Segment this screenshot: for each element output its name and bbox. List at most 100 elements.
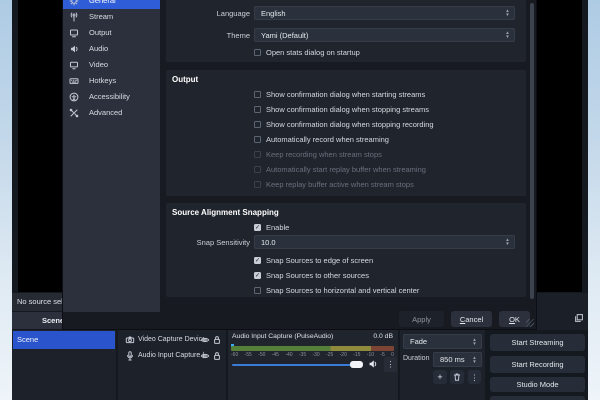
snap-checkbox-2[interactable]: Snap Sources to horizontal and vertical … — [254, 285, 419, 295]
sidebar-item-label: Hotkeys — [89, 76, 117, 85]
sidebar-item-advanced[interactable]: Advanced — [63, 105, 160, 121]
source-name: Video Capture Device — [138, 336, 204, 343]
theme-label: Theme — [226, 31, 250, 40]
output-checkbox-4[interactable]: Keep recording when stream stops — [254, 149, 382, 159]
theme-select[interactable]: Yami (Default) ▲ ▼ — [254, 28, 515, 42]
dock-float-icon[interactable] — [574, 313, 584, 323]
output-checkbox-6[interactable]: Keep replay buffer active when stream st… — [254, 179, 414, 189]
duration-value: 850 ms — [440, 355, 465, 364]
audio-mixer-dock: Audio Input Capture (PulseAudio) 0.0 dB … — [228, 330, 398, 400]
chevron-updown-icon[interactable]: ▲ ▼ — [503, 29, 512, 41]
hotkeys-icon — [69, 76, 79, 86]
output-checkbox-0[interactable]: Show confirmation dialog when starting s… — [254, 89, 425, 99]
transition-properties-button[interactable]: ⋮ — [468, 370, 481, 384]
settings-button[interactable]: Settings — [490, 396, 585, 400]
snap-checkbox-1[interactable]: ✓ Snap Sources to other sources — [254, 270, 369, 280]
source-name: Audio Input Capture ( — [138, 352, 204, 359]
scenes-dock: Scene — [12, 330, 116, 400]
output-section-title: Output — [172, 75, 199, 84]
meter-tick-label: -15 — [353, 352, 361, 358]
volume-slider[interactable] — [232, 364, 360, 366]
open-stats-checkbox[interactable]: Open stats dialog on startup — [254, 47, 360, 57]
stream-icon — [69, 12, 79, 22]
snap-checkbox-0[interactable]: ✓ Snap Sources to edge of screen — [254, 255, 373, 265]
sidebar-item-audio[interactable]: Audio — [63, 41, 160, 57]
resize-grip[interactable] — [526, 319, 534, 327]
output-checkbox-5[interactable]: Automatically start replay buffer when s… — [254, 164, 426, 174]
scene-list-item[interactable]: Scene — [13, 331, 115, 349]
mixer-menu-button[interactable]: ⋮ — [384, 357, 397, 372]
output-icon — [69, 28, 79, 38]
output-checkbox-3[interactable]: Automatically record when streaming — [254, 134, 389, 144]
checkbox-icon[interactable] — [254, 120, 261, 128]
checkbox-icon[interactable] — [254, 48, 261, 56]
checkbox-icon[interactable] — [254, 286, 261, 294]
source-row[interactable]: Video Capture Device — [118, 332, 226, 347]
sidebar-item-label: Audio — [89, 44, 109, 53]
remove-transition-button[interactable] — [450, 370, 464, 384]
sidebar-item-video[interactable]: Video — [63, 57, 160, 73]
checkbox-icon[interactable] — [254, 150, 261, 158]
snapping-enable-checkbox[interactable]: ✓ Enable — [254, 222, 289, 232]
speaker-icon[interactable] — [368, 359, 378, 369]
sidebar-item-hotkeys[interactable]: Hotkeys — [63, 73, 160, 89]
meter-scale: -60 -55 -50 -45 -40 -35 -30 -25 -20 -15 -10 -5 0 — [231, 352, 394, 358]
cancel-button[interactable]: Cancel — [451, 311, 492, 327]
transition-select[interactable]: Fade ▲ ▼ — [403, 334, 482, 349]
snapping-section-title: Source Alignment Snapping — [172, 208, 279, 217]
start-recording-button[interactable]: Start Recording — [490, 356, 585, 373]
eye-icon[interactable] — [200, 335, 210, 345]
sidebar-item-accessibility[interactable]: Accessibility — [63, 89, 160, 105]
snap-sensitivity-spinbox[interactable]: 10.0 ▲ ▼ — [254, 235, 515, 249]
sidebar-item-label: Video — [89, 60, 109, 69]
add-transition-button[interactable]: + — [433, 370, 447, 384]
language-label: Language — [216, 9, 250, 18]
theme-value: Yami (Default) — [261, 30, 309, 40]
spinner-arrows-icon[interactable]: ▲ ▼ — [503, 236, 512, 248]
checkbox-label: Keep replay buffer active when stream st… — [266, 179, 414, 189]
dialog-scrollbar[interactable] — [530, 3, 534, 299]
checkbox-icon[interactable] — [254, 135, 261, 143]
checkbox-label: Snap Sources to other sources — [266, 270, 369, 280]
source-row[interactable]: Audio Input Capture ( — [118, 348, 226, 363]
checkbox-icon[interactable] — [254, 90, 261, 98]
volume-slider-handle[interactable] — [350, 361, 363, 368]
sidebar-item-output[interactable]: Output — [63, 25, 160, 41]
lock-icon[interactable] — [212, 351, 222, 361]
output-checkbox-1[interactable]: Show confirmation dialog when stopping s… — [254, 104, 429, 114]
sidebar-item-general[interactable]: General — [63, 0, 160, 9]
start-streaming-button[interactable]: Start Streaming — [490, 334, 585, 351]
audio-icon — [69, 44, 79, 54]
checkbox-label: Snap Sources to edge of screen — [266, 255, 374, 265]
apply-button[interactable]: Apply — [399, 311, 444, 327]
mixer-channel-name: Audio Input Capture (PulseAudio) — [232, 333, 334, 340]
transitions-dock: Fade ▲ ▼ Duration 850 ms ▲ ▼ + ⋮ — [400, 330, 485, 400]
chevron-updown-icon[interactable]: ▲ ▼ — [470, 335, 479, 348]
settings-sidebar: General Stream Output Audio Video Hotkeys Acce… — [63, 0, 160, 312]
checkbox-icon[interactable]: ✓ — [254, 223, 261, 231]
checkbox-icon[interactable]: ✓ — [254, 271, 261, 279]
trash-icon — [452, 372, 462, 382]
language-select[interactable]: English ▲ ▼ — [254, 6, 515, 20]
sidebar-item-label: Output — [89, 28, 112, 37]
output-checkbox-2[interactable]: Show confirmation dialog when stopping r… — [254, 119, 434, 129]
meter-tick-label: -20 — [339, 352, 347, 358]
checkbox-label: Show confirmation dialog when starting s… — [266, 89, 426, 99]
studio-mode-button[interactable]: Studio Mode — [490, 377, 585, 392]
desktop: No source selecte Scenes Scene Video Cap… — [0, 0, 600, 400]
chevron-updown-icon[interactable]: ▲ ▼ — [503, 7, 512, 19]
meter-tick-label: -40 — [285, 352, 293, 358]
checkbox-icon[interactable] — [254, 165, 261, 173]
checkbox-icon[interactable] — [254, 180, 261, 188]
lock-icon[interactable] — [212, 335, 222, 345]
eye-icon[interactable] — [200, 351, 210, 361]
sources-dock: Video Capture Device Audio Input Capture … — [118, 330, 226, 400]
accessibility-icon — [69, 92, 79, 102]
checkbox-icon[interactable] — [254, 105, 261, 113]
duration-spinbox[interactable]: 850 ms ▲ ▼ — [433, 352, 482, 367]
controls-dock: Start Streaming Start Recording Studio Mod… — [487, 330, 588, 400]
sidebar-item-stream[interactable]: Stream — [63, 9, 160, 25]
output-panel: Output Show confirmation dialog when sta… — [166, 70, 526, 196]
spinner-arrows-icon[interactable]: ▲ ▼ — [470, 353, 479, 366]
checkbox-icon[interactable]: ✓ — [254, 256, 261, 264]
